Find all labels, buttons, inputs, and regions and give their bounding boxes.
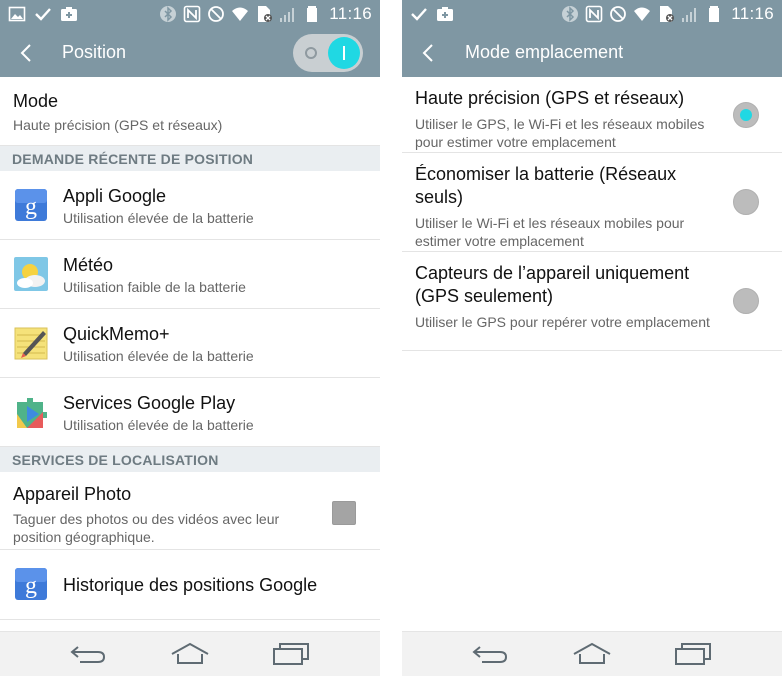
mode-setting[interactable]: Mode Haute précision (GPS et réseaux) <box>0 77 380 146</box>
signal-icon <box>280 8 295 22</box>
camera-add-icon <box>437 7 453 21</box>
mode-title: Mode <box>13 91 59 111</box>
status-bar: 11:16 <box>402 0 782 28</box>
sim-blocked-icon <box>660 6 675 22</box>
quickmemo-icon <box>14 327 48 360</box>
status-time: 11:16 <box>731 4 774 23</box>
check-icon <box>35 8 51 21</box>
camera-description: Taguer des photos ou des vidéos avec leu… <box>13 511 280 545</box>
settings-list: Mode Haute précision (GPS et réseaux) DE… <box>0 77 380 620</box>
screen-divider <box>380 0 402 676</box>
status-bar: 11:16 <box>0 0 380 28</box>
location-mode-screen: 11:16 Mode emplacement Haute précision (… <box>402 0 782 676</box>
app-name: QuickMemo+ <box>63 324 170 344</box>
list-item-quickmemo[interactable]: QuickMemo+ Utilisation élevée de la batt… <box>0 309 380 378</box>
toggle-knob <box>328 37 360 69</box>
recent-apps-icon[interactable] <box>673 641 713 667</box>
back-icon[interactable] <box>470 641 510 667</box>
back-icon[interactable] <box>68 641 108 667</box>
battery-icon <box>307 6 318 22</box>
back-arrow-icon[interactable] <box>416 40 442 66</box>
image-icon <box>8 6 26 22</box>
section-header-services: SERVICES DE LOCALISATION <box>0 447 380 472</box>
home-icon[interactable] <box>170 641 210 667</box>
option-battery-saving[interactable]: Économiser la batterie (Réseaux seuls) U… <box>402 153 782 252</box>
weather-icon <box>14 257 48 291</box>
svg-text:g: g <box>25 573 37 599</box>
section-header-recent: DEMANDE RÉCENTE DE POSITION <box>0 146 380 171</box>
toggle-off-indicator <box>305 47 317 59</box>
sim-blocked-icon <box>258 6 273 22</box>
status-time: 11:16 <box>329 4 372 23</box>
do-not-disturb-icon <box>208 6 225 22</box>
check-icon <box>411 8 427 21</box>
nfc-icon <box>585 5 603 23</box>
bluetooth-icon <box>562 6 579 22</box>
option-title: Capteurs de l’appareil uniquement (GPS s… <box>415 263 690 306</box>
list-item-google-play-services[interactable]: Services Google Play Utilisation élevée … <box>0 378 380 447</box>
app-usage: Utilisation élevée de la batterie <box>63 417 254 433</box>
nfc-icon <box>183 5 201 23</box>
option-radio[interactable] <box>733 288 759 314</box>
google-app-icon: g <box>15 189 47 221</box>
action-bar: Mode emplacement <box>402 28 782 77</box>
battery-icon <box>709 6 720 22</box>
navigation-bar <box>402 631 782 676</box>
home-icon[interactable] <box>572 641 612 667</box>
google-app-icon: g <box>15 568 47 600</box>
signal-icon <box>682 8 697 22</box>
option-title: Haute précision (GPS et réseaux) <box>415 88 685 108</box>
app-name: Appli Google <box>63 186 167 206</box>
bluetooth-icon <box>160 6 177 22</box>
camera-title: Appareil Photo <box>13 484 132 504</box>
recent-apps-icon[interactable] <box>271 641 311 667</box>
history-title: Historique des positions Google <box>63 575 318 595</box>
mode-value: Haute précision (GPS et réseaux) <box>13 117 223 133</box>
navigation-bar <box>0 631 380 676</box>
page-title: Position <box>62 42 127 62</box>
option-device-only[interactable]: Capteurs de l’appareil uniquement (GPS s… <box>402 252 782 351</box>
back-arrow-icon[interactable] <box>14 40 40 66</box>
camera-add-icon <box>61 7 77 21</box>
location-mode-options: Haute précision (GPS et réseaux) Utilise… <box>402 77 782 351</box>
option-title: Économiser la batterie (Réseaux seuls) <box>415 164 677 207</box>
app-usage: Utilisation élevée de la batterie <box>63 210 254 226</box>
option-radio[interactable] <box>733 189 759 215</box>
option-radio-selected[interactable] <box>733 102 759 128</box>
action-bar: Position <box>0 28 380 77</box>
option-description: Utiliser le GPS pour repérer votre empla… <box>415 314 710 330</box>
app-name: Services Google Play <box>63 393 236 413</box>
option-description: Utiliser le GPS, le Wi-Fi et les réseaux… <box>415 116 705 150</box>
location-settings-screen: 11:16 Position Mode Haute précision (GPS… <box>0 0 380 676</box>
camera-tag-checkbox[interactable] <box>332 501 356 525</box>
location-toggle[interactable] <box>293 34 363 72</box>
svg-text:g: g <box>25 194 37 220</box>
wifi-icon <box>232 7 249 21</box>
option-high-accuracy[interactable]: Haute précision (GPS et réseaux) Utilise… <box>402 77 782 153</box>
camera-location-setting[interactable]: Appareil Photo Taguer des photos ou des … <box>0 472 380 550</box>
do-not-disturb-icon <box>610 6 627 22</box>
page-title: Mode emplacement <box>465 42 624 62</box>
app-name: Météo <box>63 255 114 275</box>
app-usage: Utilisation faible de la batterie <box>63 279 246 295</box>
location-history-item[interactable]: g Historique des positions Google <box>0 550 380 620</box>
app-usage: Utilisation élevée de la batterie <box>63 348 254 364</box>
wifi-icon <box>634 7 651 21</box>
option-description: Utiliser le Wi-Fi et les réseaux mobiles… <box>415 215 685 249</box>
google-play-services-icon <box>17 398 47 428</box>
list-item-weather[interactable]: Météo Utilisation faible de la batterie <box>0 240 380 309</box>
list-item-google-app[interactable]: g Appli Google Utilisation élevée de la … <box>0 171 380 240</box>
